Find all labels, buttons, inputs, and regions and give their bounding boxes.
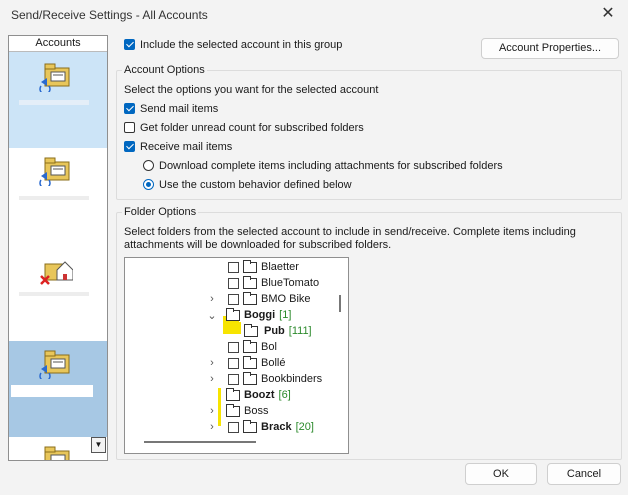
account-item[interactable] xyxy=(9,341,107,437)
folder-icon xyxy=(226,388,240,401)
redacted-account-name xyxy=(19,292,89,296)
redacted-account-name xyxy=(19,100,89,105)
folder-name: Boozt [6] xyxy=(244,389,291,401)
folder-options-description: Select folders from the selected account… xyxy=(124,226,576,251)
unread-count-checkbox[interactable] xyxy=(124,122,135,133)
redacted-account-name xyxy=(11,385,93,397)
account-item[interactable] xyxy=(9,244,107,340)
folder-row[interactable]: BlueTomato xyxy=(125,276,335,292)
collapse-chevron-icon[interactable]: ⌄ xyxy=(207,309,217,322)
accounts-header: Accounts xyxy=(9,36,107,52)
folder-row[interactable]: › Brack [20] xyxy=(125,420,335,436)
folder-name: Bol xyxy=(261,341,277,353)
folder-name: Bookbinders xyxy=(261,373,323,385)
folder-row[interactable]: Pub [111] xyxy=(125,324,335,340)
folder-checkbox[interactable] xyxy=(228,342,239,353)
folder-icon xyxy=(243,260,257,273)
folder-row[interactable]: Boozt [6] xyxy=(125,388,335,404)
include-account-checkbox[interactable] xyxy=(124,39,135,50)
offline-account-icon xyxy=(40,261,73,285)
folder-checkbox[interactable] xyxy=(228,358,239,369)
download-complete-label: Download complete items including attach… xyxy=(159,160,503,172)
folder-name: BlueTomato xyxy=(261,277,320,289)
ok-button[interactable]: OK xyxy=(465,463,537,485)
folder-icon xyxy=(243,420,257,433)
account-options-description: Select the options you want for the sele… xyxy=(124,84,379,96)
folder-options-title: Folder Options xyxy=(122,206,199,218)
send-receive-account-icon xyxy=(39,350,70,379)
receive-mail-checkbox[interactable] xyxy=(124,141,135,152)
send-receive-account-icon xyxy=(39,157,70,186)
folder-name: Brack [20] xyxy=(261,421,314,433)
horizontal-scrollbar[interactable] xyxy=(144,441,256,443)
folder-name: Boss xyxy=(244,405,269,417)
folder-icon xyxy=(226,404,240,417)
folder-name: BMO Bike xyxy=(261,293,311,305)
folder-icon xyxy=(243,292,257,305)
folder-row[interactable]: Bol xyxy=(125,340,335,356)
account-item[interactable] xyxy=(9,52,107,148)
folder-icon xyxy=(243,276,257,289)
folder-checkbox[interactable] xyxy=(228,422,239,433)
account-options-title: Account Options xyxy=(122,64,207,76)
window-title: Send/Receive Settings - All Accounts xyxy=(11,8,208,22)
folder-name: Bollé xyxy=(261,357,286,369)
expand-chevron-icon[interactable]: › xyxy=(207,405,217,417)
close-icon[interactable]: ✕ xyxy=(598,4,618,24)
folder-row[interactable]: ⌄ Boggi [1] xyxy=(125,308,335,324)
title-bar: Send/Receive Settings - All Accounts ✕ xyxy=(0,0,628,30)
send-receive-account-icon xyxy=(39,63,70,92)
folder-icon xyxy=(243,340,257,353)
redacted-account-name xyxy=(19,196,89,200)
receive-mail-label: Receive mail items xyxy=(140,141,233,153)
folder-row[interactable]: › Bollé xyxy=(125,356,335,372)
folder-row[interactable]: Blaetter xyxy=(125,260,335,276)
folder-name: Pub [111] xyxy=(264,325,312,337)
send-mail-label: Send mail items xyxy=(140,103,219,115)
send-receive-account-icon xyxy=(44,446,70,460)
folder-row[interactable]: › Boss xyxy=(125,404,335,420)
expand-chevron-icon[interactable]: › xyxy=(207,421,217,433)
unread-count-label: Get folder unread count for subscribed f… xyxy=(140,122,364,134)
vertical-scrollbar[interactable] xyxy=(339,295,341,312)
folder-tree[interactable]: Blaetter BlueTomato › BMO Bike ⌄ Boggi [1… xyxy=(124,257,349,454)
account-item[interactable] xyxy=(9,148,107,244)
folder-row[interactable]: › BMO Bike xyxy=(125,292,335,308)
custom-behavior-label: Use the custom behavior defined below xyxy=(159,179,352,191)
cancel-button[interactable]: Cancel xyxy=(547,463,621,485)
download-complete-radio[interactable] xyxy=(143,160,154,171)
expand-chevron-icon[interactable]: › xyxy=(207,373,217,385)
send-mail-checkbox[interactable] xyxy=(124,103,135,114)
folder-name: Blaetter xyxy=(261,261,299,273)
folder-checkbox[interactable] xyxy=(228,294,239,305)
folder-row[interactable]: › Bookbinders xyxy=(125,372,335,388)
folder-name: Boggi [1] xyxy=(244,309,292,321)
folder-icon xyxy=(243,372,257,385)
include-account-label: Include the selected account in this gro… xyxy=(140,39,343,51)
folder-checkbox[interactable] xyxy=(228,374,239,385)
folder-checkbox[interactable] xyxy=(228,262,239,273)
scroll-down-button[interactable]: ▼ xyxy=(91,437,106,453)
folder-checkbox[interactable] xyxy=(228,278,239,289)
expand-chevron-icon[interactable]: › xyxy=(207,357,217,369)
folder-icon xyxy=(244,324,258,337)
account-properties-button[interactable]: Account Properties... xyxy=(481,38,619,59)
custom-behavior-radio[interactable] xyxy=(143,179,154,190)
folder-icon xyxy=(226,308,240,321)
folder-icon xyxy=(243,356,257,369)
expand-chevron-icon[interactable]: › xyxy=(207,293,217,305)
accounts-list[interactable]: Accounts ▼ xyxy=(8,35,108,461)
